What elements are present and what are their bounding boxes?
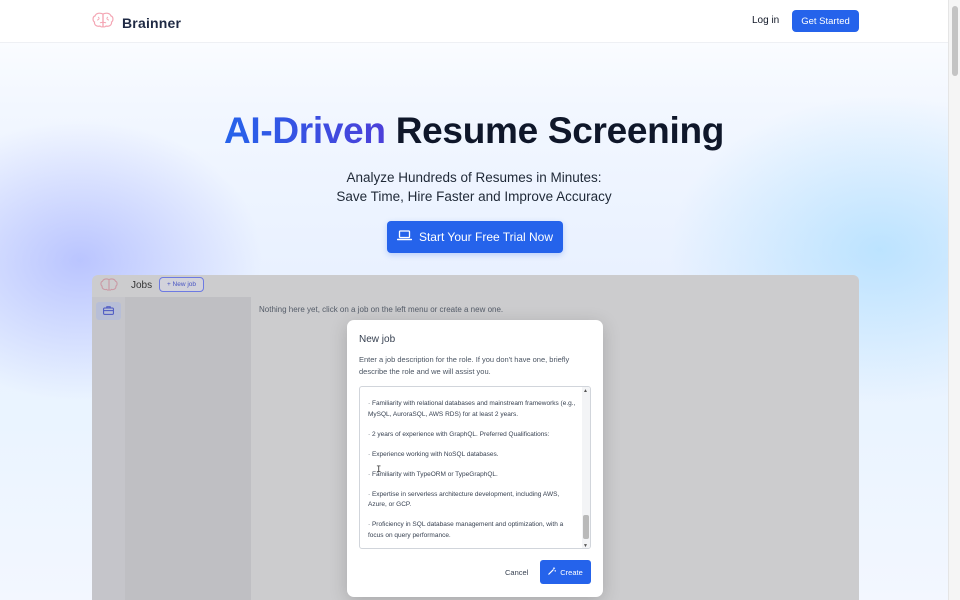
textarea-line: · Familiarity with relational databases … [368, 400, 576, 418]
hero-title: AI-Driven Resume Screening [0, 110, 948, 152]
brand-name: Brainner [122, 14, 182, 31]
page: Brainner Log in Get Started AI-Driven Re… [0, 0, 948, 600]
hero-subtitle-line1: Analyze Hundreds of Resumes in Minutes: [346, 170, 602, 185]
modal-description: Enter a job description for the role. If… [359, 355, 570, 376]
create-button[interactable]: Create [540, 560, 591, 584]
scrollbar-thumb[interactable] [583, 515, 589, 539]
get-started-button[interactable]: Get Started [792, 10, 859, 32]
free-trial-label: Start Your Free Trial Now [418, 230, 554, 244]
textarea-line: · Proficiency in SQL database management… [368, 521, 564, 539]
magic-wand-icon [548, 567, 557, 577]
scroll-up-icon[interactable]: ▲ [583, 388, 588, 394]
text-cursor-icon: I [376, 465, 382, 475]
page-scrollbar-thumb[interactable] [952, 6, 958, 76]
textarea-content: · Familiarity with relational databases … [368, 399, 578, 548]
scroll-down-icon[interactable]: ▼ [583, 543, 588, 548]
textarea-line: · Familiarity with TypeORM or TypeGraphQ… [368, 470, 498, 478]
hero-title-accent: AI-Driven [223, 110, 386, 151]
top-navigation: Brainner Log in Get Started [0, 0, 948, 43]
login-link[interactable]: Log in [752, 15, 779, 26]
laptop-icon [396, 230, 413, 244]
brain-icon [92, 12, 114, 33]
hero-subtitle-line2: Save Time, Hire Faster and Improve Accur… [336, 189, 612, 204]
new-job-modal: New job Enter a job description for the … [347, 320, 603, 597]
textarea-line: · 2 years of experience with GraphQL. Pr… [368, 430, 550, 438]
textarea-scrollbar[interactable]: ▲ ▼ [582, 387, 590, 548]
textarea-line: · Expertise in serverless architecture d… [368, 490, 560, 509]
modal-title: New job [359, 334, 396, 345]
job-description-textarea[interactable]: · Familiarity with relational databases … [359, 386, 591, 549]
brand-logo[interactable]: Brainner [92, 12, 181, 33]
cancel-button[interactable]: Cancel [505, 568, 528, 577]
create-label: Create [560, 567, 583, 577]
free-trial-button[interactable]: Start Your Free Trial Now [387, 221, 563, 253]
hero-title-rest: Resume Screening [395, 110, 725, 151]
page-scrollbar[interactable] [948, 0, 960, 600]
textarea-line: · Experience working with NoSQL database… [368, 450, 499, 458]
